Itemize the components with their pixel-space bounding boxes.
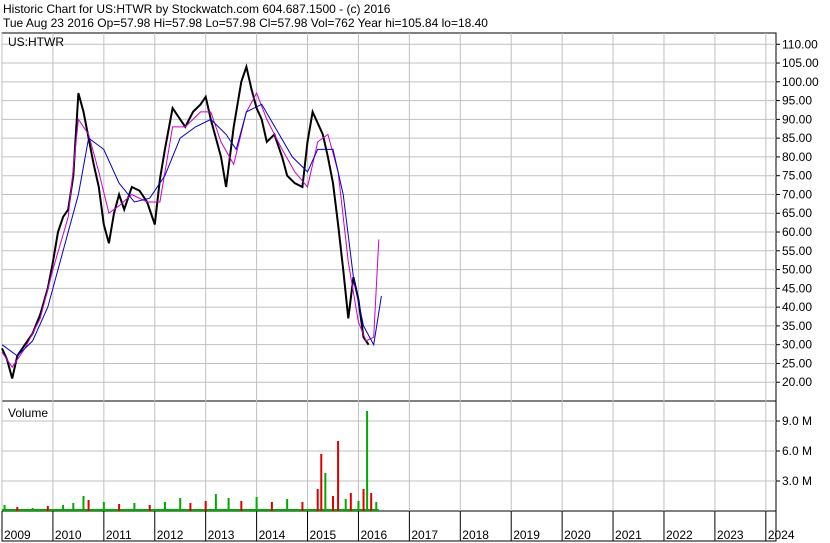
y-tick-label: 35.00 bbox=[782, 319, 812, 333]
y-tick-label: 85.00 bbox=[782, 131, 812, 145]
volume-bar bbox=[255, 497, 258, 511]
volume-bar bbox=[72, 503, 75, 511]
volume-bar bbox=[331, 496, 334, 511]
x-tick-label: 2014 bbox=[259, 528, 286, 542]
volume-bar bbox=[316, 489, 319, 511]
volume-panel-frame bbox=[1, 400, 777, 512]
volume-bar bbox=[301, 502, 304, 511]
price-series bbox=[1, 63, 382, 379]
x-tick-label: 2016 bbox=[360, 528, 387, 542]
grid bbox=[1, 33, 776, 511]
volume-bar bbox=[189, 503, 192, 511]
y-tick-label: 25.00 bbox=[782, 356, 812, 370]
x-tick-label: 2017 bbox=[411, 528, 438, 542]
y-tick-label: 50.00 bbox=[782, 263, 812, 277]
y-tick-label: 75.00 bbox=[782, 169, 812, 183]
volume-bar bbox=[3, 505, 6, 511]
volume-bar bbox=[214, 494, 217, 511]
volume-bar bbox=[31, 508, 34, 511]
volume-bar bbox=[375, 502, 378, 511]
volume-bar bbox=[87, 500, 90, 511]
volume-bar bbox=[102, 502, 105, 511]
volume-bar bbox=[227, 498, 230, 511]
volume-bar bbox=[133, 503, 136, 511]
price-line bbox=[1, 63, 370, 379]
volume-bar bbox=[320, 454, 323, 511]
volume-panel-label: Volume bbox=[8, 406, 48, 420]
y-tick-label: 100.00 bbox=[782, 75, 819, 89]
x-tick-label: 2015 bbox=[310, 528, 337, 542]
volume-bar bbox=[16, 507, 19, 511]
x-tick-label: 2023 bbox=[717, 528, 744, 542]
price-panel-frame bbox=[1, 32, 777, 402]
volume-bar bbox=[349, 493, 352, 511]
volume-tick-label: 6.0 M bbox=[782, 444, 812, 458]
volume-bar bbox=[179, 498, 182, 511]
x-tick-label: 2010 bbox=[55, 528, 82, 542]
volume-bar bbox=[118, 504, 121, 511]
volume-bar bbox=[337, 441, 340, 511]
y-tick-label: 55.00 bbox=[782, 244, 812, 258]
y-tick-label: 70.00 bbox=[782, 187, 812, 201]
volume-bar bbox=[148, 505, 151, 511]
x-tick-label: 2019 bbox=[513, 528, 540, 542]
x-tick-label: 2012 bbox=[157, 528, 184, 542]
x-tick-label: 2011 bbox=[106, 528, 132, 542]
y-tick-label: 30.00 bbox=[782, 338, 812, 352]
y-tick-label: 65.00 bbox=[782, 206, 812, 220]
x-tick-label: 2018 bbox=[462, 528, 489, 542]
volume-bar bbox=[163, 502, 166, 511]
volume-tick-label: 9.0 M bbox=[782, 414, 812, 428]
volume-tick-label: 3.0 M bbox=[782, 474, 812, 488]
volume-bar bbox=[366, 411, 369, 511]
volume-bar bbox=[270, 502, 273, 511]
x-tick-label: 2020 bbox=[564, 528, 591, 542]
x-tick-label: 2024 bbox=[768, 528, 795, 542]
volume-bar bbox=[357, 501, 360, 511]
volume-bars bbox=[2, 411, 379, 511]
y-tick-label: 95.00 bbox=[782, 94, 812, 108]
x-tick-label: 2021 bbox=[615, 528, 642, 542]
y-tick-label: 20.00 bbox=[782, 375, 812, 389]
y-tick-label: 80.00 bbox=[782, 150, 812, 164]
y-tick-label: 60.00 bbox=[782, 225, 812, 239]
volume-bar bbox=[344, 499, 347, 511]
volume-bar bbox=[46, 506, 49, 511]
volume-bar bbox=[240, 501, 243, 511]
x-tick-label: 2022 bbox=[666, 528, 693, 542]
y-tick-label: 110.00 bbox=[782, 37, 818, 51]
volume-bar bbox=[286, 499, 289, 511]
y-tick-label: 90.00 bbox=[782, 112, 812, 126]
volume-bar bbox=[370, 493, 373, 511]
volume-bar bbox=[204, 501, 207, 511]
x-tick-label: 2013 bbox=[208, 528, 235, 542]
y-tick-label: 105.00 bbox=[782, 56, 819, 70]
price-panel-label: US:HTWR bbox=[8, 35, 64, 49]
volume-bar bbox=[62, 505, 65, 511]
volume-bar bbox=[324, 473, 327, 511]
y-tick-label: 45.00 bbox=[782, 281, 812, 295]
stock-chart: 2009 2010 2011 2012 2013 2014 2015 2016 2017 2018… bbox=[1, 32, 819, 542]
volume-bar bbox=[362, 489, 365, 511]
x-tick-label: 2009 bbox=[4, 528, 31, 542]
volume-bar bbox=[82, 496, 85, 511]
axes: 2009 2010 2011 2012 2013 2014 2015 2016 2017 2018… bbox=[1, 37, 819, 542]
y-tick-label: 40.00 bbox=[782, 300, 812, 314]
